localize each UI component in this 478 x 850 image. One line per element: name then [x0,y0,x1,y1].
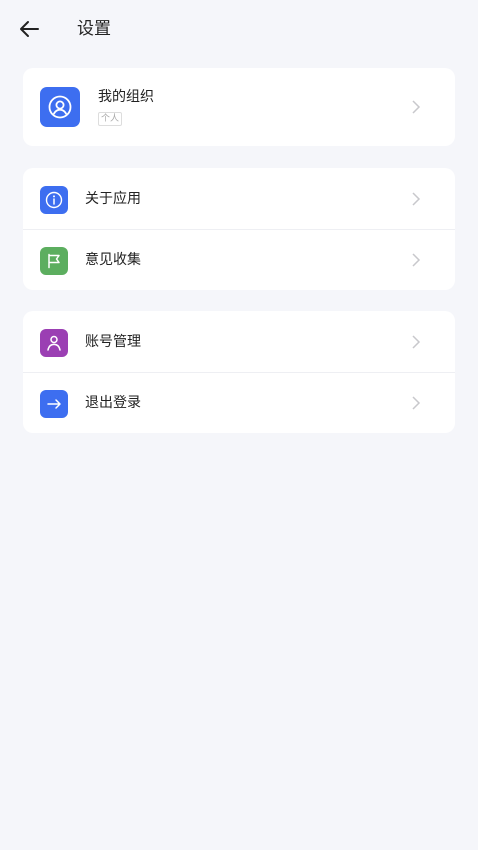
info-icon [40,186,68,214]
account-management-label: 账号管理 [85,334,141,350]
logout-arrow-icon [40,390,68,418]
organization-avatar-icon [40,87,80,127]
settings-group-account: 账号管理 退出登录 [23,311,455,433]
user-icon [40,329,68,357]
page-title: 设置 [77,19,111,39]
back-button[interactable] [18,17,42,41]
about-app-label: 关于应用 [85,191,141,207]
feedback-label: 意见收集 [85,252,141,268]
about-app-item[interactable]: 关于应用 [23,168,455,229]
logout-item[interactable]: 退出登录 [23,372,455,433]
arrow-left-icon [20,21,39,37]
chevron-right-icon [412,396,421,410]
organization-type-badge: 个人 [98,112,123,126]
flag-icon [40,247,68,275]
chevron-right-icon [412,335,421,349]
logout-label: 退出登录 [85,395,141,411]
feedback-item[interactable]: 意见收集 [23,229,455,290]
settings-group-app: 关于应用 意见收集 [23,168,455,290]
my-organization-card[interactable]: 我的组织 个人 [23,68,455,146]
header: 设置 [0,0,478,58]
chevron-right-icon [412,192,421,206]
chevron-right-icon [412,100,421,114]
chevron-right-icon [412,253,421,267]
organization-name: 我的组织 [98,89,154,105]
account-management-item[interactable]: 账号管理 [23,311,455,372]
